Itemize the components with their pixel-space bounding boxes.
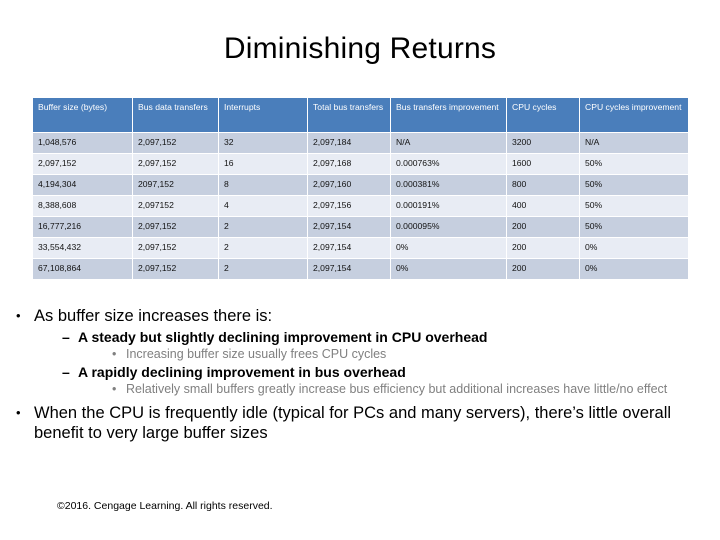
cell-bus-data-transfers: 2097,152 [133,175,218,195]
copyright-footer: ©2016. Cengage Learning. All rights rese… [57,500,273,512]
page-title: Diminishing Returns [223,32,497,65]
cell-total-bus-transfers: 2,097,184 [308,133,390,153]
bullet-marker-icon: • [16,405,21,420]
cell-cpu-cycles-improvement: N/A [580,133,688,153]
cell-bus-data-transfers: 2,097,152 [133,217,218,237]
bullet-level1-cpu-frequently-idle: • When the CPU is frequently idle (typic… [0,403,720,443]
bullet-text: When the CPU is frequently idle (typical… [34,404,672,442]
cell-cpu-cycles: 200 [507,238,579,258]
bullet-text: As buffer size increases there is: [34,307,273,325]
cell-interrupts: 4 [219,196,307,216]
cell-bus-data-transfers: 2,097,152 [133,133,218,153]
cell-cpu-cycles: 3200 [507,133,579,153]
cell-bus-transfers-improvement: 0.000191% [391,196,506,216]
table-body: 1,048,576 2,097,152 32 2,097,184 N/A 320… [33,133,688,279]
cell-buffer-size: 4,194,304 [33,175,132,195]
table-row: 2,097,152 2,097,152 16 2,097,168 0.00076… [33,154,688,174]
cell-buffer-size: 2,097,152 [33,154,132,174]
diminishing-returns-table: Buffer size (bytes) Bus data transfers I… [32,97,689,280]
bullet-marker-icon: • [16,308,21,323]
bullet-text: A rapidly declining improvement in bus o… [78,364,406,380]
cell-total-bus-transfers: 2,097,154 [308,217,390,237]
cell-bus-data-transfers: 2,097,152 [133,259,218,279]
cell-total-bus-transfers: 2,097,154 [308,259,390,279]
column-header-bus-data-transfers: Bus data transfers [133,98,218,132]
table-row: 33,554,432 2,097,152 2 2,097,154 0% 200 … [33,238,688,258]
slide-body-content: • As buffer size increases there is: – A… [0,306,720,445]
bullet-level2-cpu-overhead: – A steady but slightly declining improv… [0,328,720,346]
cell-bus-transfers-improvement: 0% [391,238,506,258]
cell-total-bus-transfers: 2,097,160 [308,175,390,195]
cell-interrupts: 2 [219,238,307,258]
cell-interrupts: 2 [219,259,307,279]
cell-cpu-cycles-improvement: 50% [580,154,688,174]
table-row: 8,388,608 2,097152 4 2,097,156 0.000191%… [33,196,688,216]
cell-buffer-size: 8,388,608 [33,196,132,216]
cell-cpu-cycles: 200 [507,259,579,279]
bullet-text: Relatively small buffers greatly increas… [126,382,668,396]
cell-cpu-cycles-improvement: 0% [580,238,688,258]
column-header-bus-transfers-improvement: Bus transfers improvement [391,98,506,132]
column-header-cpu-cycles: CPU cycles [507,98,579,132]
bullet-level3-small-buffers-bus-efficiency: • Relatively small buffers greatly incre… [0,382,720,397]
cell-total-bus-transfers: 2,097,168 [308,154,390,174]
cell-bus-transfers-improvement: 0% [391,259,506,279]
cell-buffer-size: 16,777,216 [33,217,132,237]
cell-total-bus-transfers: 2,097,154 [308,238,390,258]
cell-interrupts: 8 [219,175,307,195]
cell-buffer-size: 1,048,576 [33,133,132,153]
cell-cpu-cycles-improvement: 50% [580,196,688,216]
cell-bus-transfers-improvement: 0.000381% [391,175,506,195]
bullet-text: Increasing buffer size usually frees CPU… [126,347,387,361]
table-row: 1,048,576 2,097,152 32 2,097,184 N/A 320… [33,133,688,153]
cell-cpu-cycles-improvement: 50% [580,175,688,195]
bullet-dash-icon: – [62,329,70,345]
cell-total-bus-transfers: 2,097,156 [308,196,390,216]
column-header-buffer-size: Buffer size (bytes) [33,98,132,132]
cell-cpu-cycles: 800 [507,175,579,195]
cell-bus-data-transfers: 2,097,152 [133,238,218,258]
cell-cpu-cycles: 1600 [507,154,579,174]
cell-buffer-size: 33,554,432 [33,238,132,258]
cell-bus-transfers-improvement: 0.000095% [391,217,506,237]
bullet-level3-frees-cpu-cycles: • Increasing buffer size usually frees C… [0,347,720,362]
bullet-level1-buffer-size-increases: • As buffer size increases there is: [0,306,720,326]
column-header-total-bus-transfers: Total bus transfers [308,98,390,132]
table-row: 4,194,304 2097,152 8 2,097,160 0.000381%… [33,175,688,195]
cell-interrupts: 2 [219,217,307,237]
bullet-level2-bus-overhead: – A rapidly declining improvement in bus… [0,363,720,381]
bullet-text: A steady but slightly declining improvem… [78,329,488,345]
table-row: 16,777,216 2,097,152 2 2,097,154 0.00009… [33,217,688,237]
cell-cpu-cycles-improvement: 50% [580,217,688,237]
cell-bus-transfers-improvement: N/A [391,133,506,153]
cell-bus-data-transfers: 2,097152 [133,196,218,216]
cell-cpu-cycles: 400 [507,196,579,216]
table-header-row: Buffer size (bytes) Bus data transfers I… [33,98,688,132]
column-header-interrupts: Interrupts [219,98,307,132]
cell-bus-transfers-improvement: 0.000763% [391,154,506,174]
table-row: 67,108,864 2,097,152 2 2,097,154 0% 200 … [33,259,688,279]
bullet-marker-icon: • [112,382,117,396]
bullet-marker-icon: • [112,347,117,361]
column-header-cpu-cycles-improvement: CPU cycles improvement [580,98,688,132]
bullet-dash-icon: – [62,364,70,380]
cell-cpu-cycles-improvement: 0% [580,259,688,279]
cell-cpu-cycles: 200 [507,217,579,237]
cell-bus-data-transfers: 2,097,152 [133,154,218,174]
diminishing-returns-table-container: Buffer size (bytes) Bus data transfers I… [32,97,688,280]
cell-buffer-size: 67,108,864 [33,259,132,279]
table-header: Buffer size (bytes) Bus data transfers I… [33,98,688,132]
cell-interrupts: 32 [219,133,307,153]
cell-interrupts: 16 [219,154,307,174]
